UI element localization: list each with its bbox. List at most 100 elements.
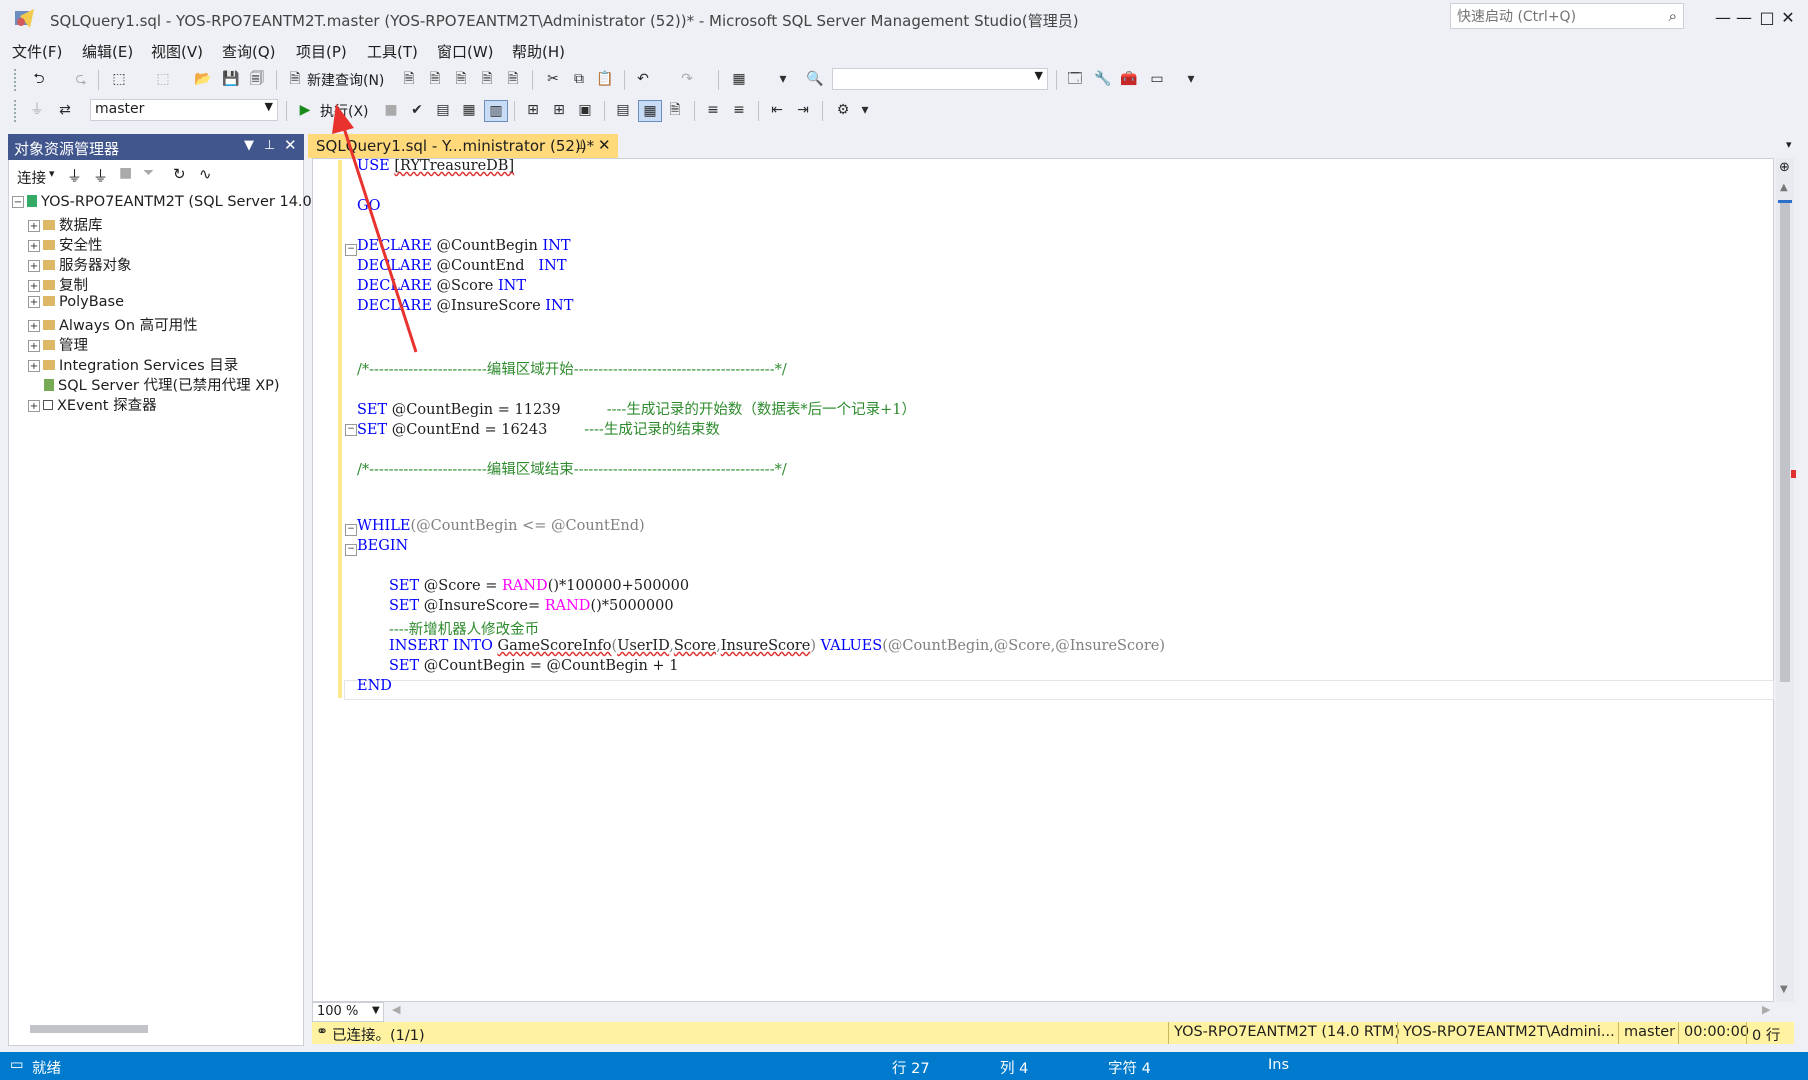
execute-play-icon[interactable]: ▶: [294, 100, 316, 120]
split-icon[interactable]: ⊕: [1779, 160, 1790, 175]
filter-icon[interactable]: ⏷: [143, 165, 154, 181]
code-line-set-begin[interactable]: SET @CountBegin = 11239 ----生成记录的开始数（数据表…: [357, 398, 916, 418]
pin-icon[interactable]: ⊥: [264, 138, 275, 153]
save-icon[interactable]: 💾: [220, 69, 242, 89]
code-line-declare-insure[interactable]: DECLARE @InsureScore INT: [357, 298, 573, 318]
quick-launch-box[interactable]: ⌕: [1450, 3, 1684, 29]
cut-icon[interactable]: ✂: [542, 69, 564, 89]
tree-node-replication[interactable]: + 复制: [28, 274, 88, 294]
quick-launch-input[interactable]: [1455, 5, 1659, 29]
chevron-down-icon[interactable]: ▾: [49, 167, 55, 180]
chevron-down-icon[interactable]: ▼: [244, 138, 254, 153]
mdx-query-icon[interactable]: 🗎: [424, 69, 446, 89]
refresh-icon[interactable]: ↻: [173, 165, 186, 183]
code-line-set-end[interactable]: SET @CountEnd = 16243 ----生成记录的结束数: [357, 418, 720, 438]
horizontal-scrollbar-thumb[interactable]: [30, 1025, 148, 1033]
redo-icon[interactable]: ↷: [676, 69, 698, 89]
results-to-file-icon[interactable]: 🗎: [664, 100, 686, 120]
search-icon[interactable]: ⌕: [1669, 7, 1677, 25]
connect-plug-icon[interactable]: ⏚: [67, 165, 82, 186]
code-line-insert[interactable]: INSERT INTO GameScoreInfo(UserID,Score,I…: [389, 638, 1165, 658]
collapse-icon[interactable]: −: [12, 196, 24, 208]
chevron-down-icon[interactable]: ▼: [1035, 69, 1043, 82]
zoom-combo[interactable]: 100 % ▼: [312, 1002, 384, 1022]
expand-icon[interactable]: +: [28, 400, 40, 412]
undo-icon[interactable]: ↶: [632, 69, 654, 89]
live-query-stats-icon[interactable]: ⊞: [548, 100, 570, 120]
new-project-icon[interactable]: ⬚: [108, 69, 130, 89]
results-to-grid-icon[interactable]: ▦: [638, 100, 662, 122]
tree-node-sql-agent[interactable]: SQL Server 代理(已禁用代理 XP): [44, 374, 280, 394]
expand-icon[interactable]: +: [28, 296, 40, 308]
paste-icon[interactable]: 📋: [594, 69, 616, 89]
uncomment-icon[interactable]: ≡: [728, 100, 750, 120]
expand-icon[interactable]: +: [28, 320, 40, 332]
code-line-set-score[interactable]: SET @Score = RAND()*100000+500000: [389, 578, 689, 598]
tab-overflow-icon[interactable]: ▾: [1786, 138, 1792, 151]
code-line-comment-start[interactable]: /*------------------------编辑区域开始--------…: [357, 358, 787, 378]
fold-toggle-icon[interactable]: −: [345, 544, 357, 556]
tree-node-integration-services[interactable]: + Integration Services 目录: [28, 354, 238, 374]
client-statistics-icon[interactable]: ▣: [574, 100, 596, 120]
new-query-button[interactable]: 新建查询(N): [307, 70, 384, 90]
scroll-right-icon[interactable]: ▶: [1762, 1003, 1770, 1016]
code-line-begin[interactable]: BEGIN: [357, 538, 408, 558]
intellisense-toggle-icon[interactable]: ▥: [484, 100, 508, 122]
connect-button[interactable]: 连接: [17, 167, 46, 188]
close-icon[interactable]: ✕: [598, 136, 611, 154]
available-databases-combo[interactable]: master ▼: [90, 99, 278, 121]
toolbar-options-icon[interactable]: ▾: [854, 100, 876, 120]
code-line-while[interactable]: WHILE(@CountBegin <= @CountEnd): [357, 518, 645, 538]
display-plan-icon[interactable]: ▤: [432, 100, 454, 120]
back-icon[interactable]: ⮌: [28, 69, 50, 89]
code-line-declare-begin[interactable]: DECLARE @CountBegin INT: [357, 238, 571, 258]
tree-node-databases[interactable]: + 数据库: [28, 214, 103, 234]
dmx-query-icon[interactable]: 🗎: [450, 69, 472, 89]
expand-icon[interactable]: +: [28, 360, 40, 372]
disconnect-icon[interactable]: ⏚: [93, 165, 108, 186]
document-tab-sqlquery1[interactable]: SQLQuery1.sql - Y...ministrator (52))* ⊥…: [308, 134, 618, 158]
find-in-files-icon[interactable]: 🔍: [804, 69, 826, 89]
open-file-icon[interactable]: 📂: [192, 69, 214, 89]
code-line-2[interactable]: GO: [357, 198, 380, 218]
expand-icon[interactable]: +: [28, 280, 40, 292]
pin-icon[interactable]: ⊥: [576, 138, 586, 152]
toolbar-grip[interactable]: [14, 100, 20, 122]
toolbox-icon[interactable]: 🧰: [1118, 69, 1140, 89]
cancel-query-icon[interactable]: ■: [380, 100, 402, 120]
add-item-icon[interactable]: ⬚: [152, 69, 174, 89]
include-actual-plan-icon[interactable]: ⊞: [522, 100, 544, 120]
query-designer-icon[interactable]: ▦: [458, 100, 480, 120]
code-line-comment-robot[interactable]: ----新增机器人修改金币: [389, 618, 539, 638]
comment-out-icon[interactable]: ≡: [702, 100, 724, 120]
menu-project[interactable]: 项目(P): [296, 41, 347, 62]
menu-file[interactable]: 文件(F): [12, 41, 62, 62]
parse-checkmark-icon[interactable]: ✔: [406, 100, 428, 120]
vertical-scrollbar-thumb[interactable]: [1780, 200, 1790, 682]
save-all-icon[interactable]: 🗐: [246, 69, 268, 89]
code-line-1[interactable]: USE [RYTreasureDB]: [357, 158, 514, 178]
properties-icon[interactable]: 🔧: [1092, 69, 1114, 89]
menu-window[interactable]: 窗口(W): [437, 41, 494, 62]
increase-indent-icon[interactable]: ⇥: [792, 100, 814, 120]
tree-node-management[interactable]: + 管理: [28, 334, 88, 354]
copy-icon[interactable]: ⧉: [568, 69, 590, 89]
fold-toggle-icon[interactable]: −: [345, 424, 357, 436]
execute-button[interactable]: 执行(X): [320, 101, 369, 121]
stop-icon[interactable]: ■: [119, 165, 132, 181]
code-line-increment[interactable]: SET @CountBegin = @CountBegin + 1: [389, 658, 678, 678]
xmla-query-icon[interactable]: 🗎: [476, 69, 498, 89]
menu-view[interactable]: 视图(V): [151, 41, 203, 62]
dropdown-icon[interactable]: ▾: [772, 69, 794, 89]
menu-edit[interactable]: 编辑(E): [82, 41, 133, 62]
activity-monitor-icon[interactable]: ▦: [728, 69, 750, 89]
scroll-left-icon[interactable]: ◀: [392, 1003, 400, 1016]
dax-query-icon[interactable]: 🗎: [502, 69, 524, 89]
code-line-declare-end[interactable]: DECLARE @CountEnd INT: [357, 258, 567, 278]
code-line-set-insure[interactable]: SET @InsureScore= RAND()*5000000: [389, 598, 674, 618]
new-query-icon[interactable]: 🗎: [284, 69, 306, 89]
tree-node-always-on[interactable]: + Always On 高可用性: [28, 314, 198, 334]
decrease-indent-icon[interactable]: ⇤: [766, 100, 788, 120]
expand-icon[interactable]: +: [28, 260, 40, 272]
forward-icon[interactable]: ⮎: [70, 69, 92, 89]
